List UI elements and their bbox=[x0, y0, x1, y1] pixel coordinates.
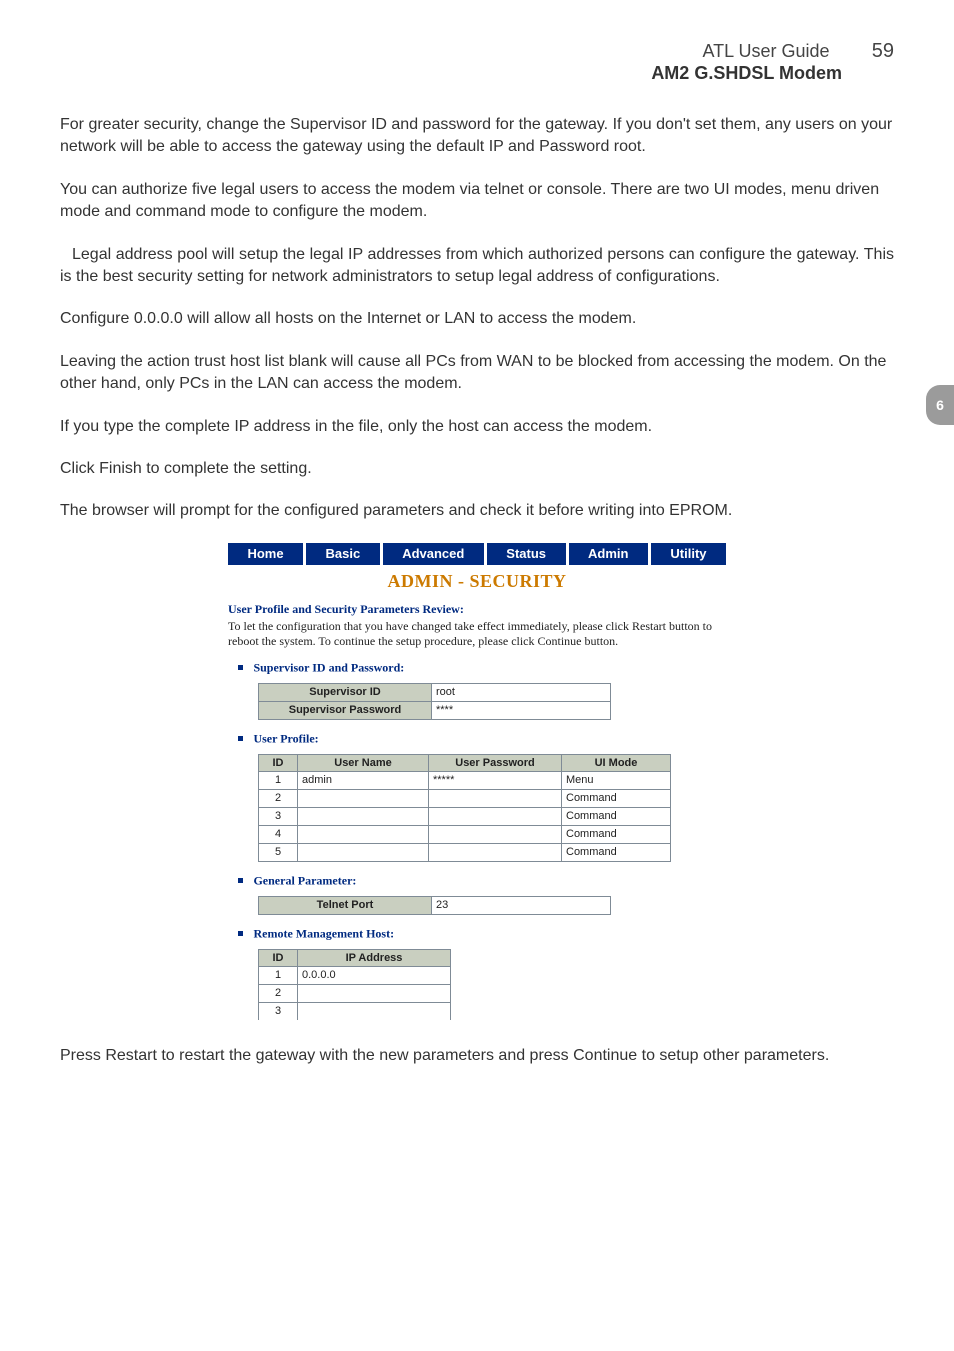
cell-username bbox=[298, 843, 429, 861]
doc-title: ATL User Guide bbox=[703, 41, 830, 61]
cell-password bbox=[429, 843, 562, 861]
table-row: 4 Command bbox=[259, 825, 671, 843]
paragraph: The browser will prompt for the configur… bbox=[60, 500, 894, 522]
cell-password: ***** bbox=[429, 771, 562, 789]
col-username: User Name bbox=[298, 754, 429, 771]
table-row: 2 Command bbox=[259, 789, 671, 807]
cell-ip: 0.0.0.0 bbox=[298, 966, 451, 984]
paragraph: You can authorize five legal users to ac… bbox=[60, 179, 894, 224]
cell-password bbox=[429, 789, 562, 807]
cell-id: 4 bbox=[259, 825, 298, 843]
nav-tabs: Home Basic Advanced Status Admin Utility bbox=[228, 543, 726, 565]
cell-id: 2 bbox=[259, 789, 298, 807]
page: ATL User Guide 59 AM2 G.SHDSL Modem For … bbox=[0, 0, 954, 1147]
supervisor-pw-value: **** bbox=[432, 701, 611, 719]
paragraph: Click Finish to complete the setting. bbox=[60, 458, 894, 480]
page-header: ATL User Guide 59 AM2 G.SHDSL Modem bbox=[60, 40, 894, 84]
cell-id: 5 bbox=[259, 843, 298, 861]
cell-uimode: Command bbox=[562, 843, 671, 861]
nav-tab-status[interactable]: Status bbox=[487, 543, 569, 565]
nav-tab-home[interactable]: Home bbox=[228, 543, 306, 565]
cell-username bbox=[298, 825, 429, 843]
paragraph: If you type the complete IP address in t… bbox=[60, 416, 894, 438]
cell-id: 3 bbox=[259, 1002, 298, 1020]
col-uimode: UI Mode bbox=[562, 754, 671, 771]
doc-subtitle: AM2 G.SHDSL Modem bbox=[60, 63, 842, 84]
section-supervisor: Supervisor ID and Password: bbox=[253, 660, 404, 674]
paragraph: Press Restart to restart the gateway wit… bbox=[60, 1045, 894, 1067]
bullet-icon bbox=[238, 665, 243, 670]
cell-uimode: Menu bbox=[562, 771, 671, 789]
table-row: 3 bbox=[259, 1002, 451, 1020]
body-text: For greater security, change the Supervi… bbox=[60, 114, 894, 523]
table-row: 5 Command bbox=[259, 843, 671, 861]
col-password: User Password bbox=[429, 754, 562, 771]
cell-uimode: Command bbox=[562, 789, 671, 807]
paragraph: Leaving the action trust host list blank… bbox=[60, 351, 894, 396]
section-user-profile: User Profile: bbox=[253, 731, 318, 745]
review-heading: User Profile and Security Parameters Rev… bbox=[228, 602, 726, 617]
table-row: 3 Command bbox=[259, 807, 671, 825]
nav-tab-admin[interactable]: Admin bbox=[569, 543, 651, 565]
remote-host-table: ID IP Address 1 0.0.0.0 2 3 bbox=[258, 949, 451, 1020]
cell-password bbox=[429, 825, 562, 843]
cell-ip bbox=[298, 1002, 451, 1020]
screen-title: ADMIN - SECURITY bbox=[228, 571, 726, 592]
cell-id: 1 bbox=[259, 771, 298, 789]
nav-tab-advanced[interactable]: Advanced bbox=[383, 543, 487, 565]
bullet-icon bbox=[238, 931, 243, 936]
telnet-port-value: 23 bbox=[432, 896, 611, 914]
table-row: 1 admin ***** Menu bbox=[259, 771, 671, 789]
section-remote-host: Remote Management Host: bbox=[253, 926, 394, 940]
cell-username bbox=[298, 789, 429, 807]
cell-uimode: Command bbox=[562, 825, 671, 843]
col-id: ID bbox=[259, 949, 298, 966]
cell-password bbox=[429, 807, 562, 825]
table-row: 1 0.0.0.0 bbox=[259, 966, 451, 984]
chapter-tab: 6 bbox=[926, 385, 954, 425]
nav-tab-basic[interactable]: Basic bbox=[306, 543, 383, 565]
paragraph: For greater security, change the Supervi… bbox=[60, 114, 894, 159]
supervisor-id-value: root bbox=[432, 683, 611, 701]
nav-tab-utility[interactable]: Utility bbox=[651, 543, 726, 565]
bullet-icon bbox=[238, 736, 243, 741]
col-ip: IP Address bbox=[298, 949, 451, 966]
cell-id: 1 bbox=[259, 966, 298, 984]
paragraph: Configure 0.0.0.0 will allow all hosts o… bbox=[60, 308, 894, 330]
embedded-screenshot: Home Basic Advanced Status Admin Utility… bbox=[228, 543, 726, 1020]
paragraph: Legal address pool will setup the legal … bbox=[60, 244, 894, 289]
bullet-icon bbox=[238, 878, 243, 883]
supervisor-id-label: Supervisor ID bbox=[259, 683, 432, 701]
cell-id: 2 bbox=[259, 984, 298, 1002]
cell-username bbox=[298, 807, 429, 825]
cell-username: admin bbox=[298, 771, 429, 789]
col-id: ID bbox=[259, 754, 298, 771]
section-general: General Parameter: bbox=[253, 873, 356, 887]
user-profile-table: ID User Name User Password UI Mode 1 adm… bbox=[258, 754, 671, 862]
review-text: To let the configuration that you have c… bbox=[228, 619, 726, 649]
cell-ip bbox=[298, 984, 451, 1002]
supervisor-table: Supervisor ID root Supervisor Password *… bbox=[258, 683, 611, 720]
general-table: Telnet Port 23 bbox=[258, 896, 611, 915]
table-row: 2 bbox=[259, 984, 451, 1002]
cell-id: 3 bbox=[259, 807, 298, 825]
supervisor-pw-label: Supervisor Password bbox=[259, 701, 432, 719]
cell-uimode: Command bbox=[562, 807, 671, 825]
page-number: 59 bbox=[864, 40, 894, 63]
body-text: Press Restart to restart the gateway wit… bbox=[60, 1045, 894, 1067]
telnet-port-label: Telnet Port bbox=[259, 896, 432, 914]
